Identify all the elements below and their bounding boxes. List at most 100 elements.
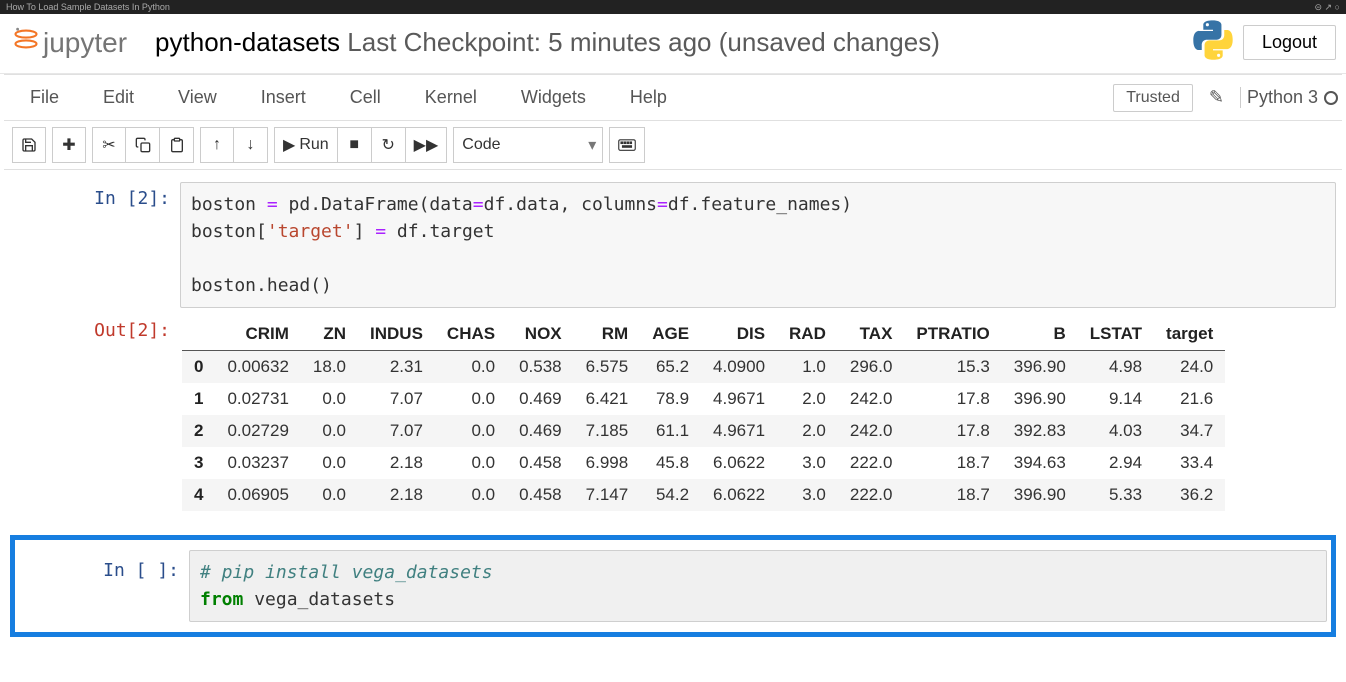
menu-edit[interactable]: Edit bbox=[81, 77, 156, 118]
table-cell: 4.98 bbox=[1078, 351, 1154, 384]
menu-kernel[interactable]: Kernel bbox=[403, 77, 499, 118]
menu-file[interactable]: File bbox=[8, 77, 81, 118]
table-cell: 2.18 bbox=[358, 447, 435, 479]
table-cell: 6.998 bbox=[574, 447, 641, 479]
code-cell[interactable]: In [ ]: # pip install vega_datasets from… bbox=[19, 550, 1327, 622]
table-cell: 15.3 bbox=[904, 351, 1001, 384]
table-row: 30.032370.02.180.00.4586.99845.86.06223.… bbox=[182, 447, 1225, 479]
code-text: vega_datasets bbox=[243, 589, 395, 610]
code-keyword: from bbox=[200, 589, 243, 610]
table-cell: 0.0 bbox=[301, 415, 358, 447]
notebook-title[interactable]: python-datasets Last Checkpoint: 5 minut… bbox=[137, 27, 1193, 58]
input-prompt: In [2]: bbox=[10, 182, 180, 308]
table-cell: 0.0 bbox=[435, 479, 507, 511]
table-cell: 0.469 bbox=[507, 415, 574, 447]
table-cell: 36.2 bbox=[1154, 479, 1225, 511]
tab-title: How To Load Sample Datasets In Python bbox=[6, 2, 170, 12]
paste-button[interactable] bbox=[160, 127, 194, 163]
column-header: DIS bbox=[701, 318, 777, 351]
code-input[interactable]: # pip install vega_datasets from vega_da… bbox=[189, 550, 1327, 622]
table-cell: 0.0 bbox=[435, 383, 507, 415]
table-cell: 6.421 bbox=[574, 383, 641, 415]
table-cell: 7.185 bbox=[574, 415, 641, 447]
table-cell: 0.458 bbox=[507, 447, 574, 479]
table-cell: 34.7 bbox=[1154, 415, 1225, 447]
column-header: CHAS bbox=[435, 318, 507, 351]
table-cell: 0.06905 bbox=[215, 479, 300, 511]
table-row: 00.0063218.02.310.00.5386.57565.24.09001… bbox=[182, 351, 1225, 384]
column-header: RAD bbox=[777, 318, 838, 351]
table-cell: 6.0622 bbox=[701, 447, 777, 479]
table-cell: 4.0900 bbox=[701, 351, 777, 384]
move-down-button[interactable]: ↓ bbox=[234, 127, 268, 163]
restart-run-all-button[interactable]: ▶▶ bbox=[406, 127, 448, 163]
table-cell: 0.02729 bbox=[215, 415, 300, 447]
menu-insert[interactable]: Insert bbox=[239, 77, 328, 118]
menu-help[interactable]: Help bbox=[608, 77, 689, 118]
code-cell[interactable]: In [2]: boston = pd.DataFrame(data=df.da… bbox=[10, 182, 1336, 308]
table-cell: 33.4 bbox=[1154, 447, 1225, 479]
row-index: 1 bbox=[182, 383, 215, 415]
table-cell: 242.0 bbox=[838, 415, 905, 447]
menu-cell[interactable]: Cell bbox=[328, 77, 403, 118]
cell-type-value: Code bbox=[462, 136, 500, 154]
table-cell: 3.0 bbox=[777, 479, 838, 511]
column-header: AGE bbox=[640, 318, 701, 351]
table-cell: 17.8 bbox=[904, 415, 1001, 447]
output-area: CRIMZNINDUSCHASNOXRMAGEDISRADTAXPTRATIOB… bbox=[180, 314, 1336, 515]
table-row: 10.027310.07.070.00.4696.42178.94.96712.… bbox=[182, 383, 1225, 415]
table-cell: 6.575 bbox=[574, 351, 641, 384]
edit-icon[interactable]: ✎ bbox=[1201, 87, 1232, 108]
table-row: 20.027290.07.070.00.4697.18561.14.96712.… bbox=[182, 415, 1225, 447]
table-cell: 5.33 bbox=[1078, 479, 1154, 511]
copy-button[interactable] bbox=[126, 127, 160, 163]
table-cell: 18.7 bbox=[904, 479, 1001, 511]
table-cell: 54.2 bbox=[640, 479, 701, 511]
table-cell: 45.8 bbox=[640, 447, 701, 479]
restart-button[interactable]: ↻ bbox=[372, 127, 406, 163]
logout-button[interactable]: Logout bbox=[1243, 25, 1336, 60]
column-header: INDUS bbox=[358, 318, 435, 351]
table-cell: 7.07 bbox=[358, 383, 435, 415]
column-header: PTRATIO bbox=[904, 318, 1001, 351]
menu-widgets[interactable]: Widgets bbox=[499, 77, 608, 118]
table-cell: 24.0 bbox=[1154, 351, 1225, 384]
table-cell: 4.9671 bbox=[701, 415, 777, 447]
table-cell: 396.90 bbox=[1002, 479, 1078, 511]
table-cell: 1.0 bbox=[777, 351, 838, 384]
move-up-button[interactable]: ↑ bbox=[200, 127, 234, 163]
menu-view[interactable]: View bbox=[156, 77, 239, 118]
table-cell: 0.0 bbox=[301, 479, 358, 511]
table-cell: 7.147 bbox=[574, 479, 641, 511]
add-cell-button[interactable]: ✚ bbox=[52, 127, 86, 163]
save-button[interactable] bbox=[12, 127, 46, 163]
row-index: 2 bbox=[182, 415, 215, 447]
cut-button[interactable]: ✂ bbox=[92, 127, 126, 163]
window-controls: ⊝ ↗ ○ bbox=[1314, 2, 1340, 13]
dataframe-table: CRIMZNINDUSCHASNOXRMAGEDISRADTAXPTRATIOB… bbox=[182, 318, 1225, 511]
column-header: NOX bbox=[507, 318, 574, 351]
run-button[interactable]: ▶ Run bbox=[274, 127, 338, 163]
notebook-name: python-datasets bbox=[155, 27, 340, 57]
input-prompt: In [ ]: bbox=[19, 550, 189, 622]
table-cell: 222.0 bbox=[838, 479, 905, 511]
table-cell: 3.0 bbox=[777, 447, 838, 479]
table-cell: 2.0 bbox=[777, 415, 838, 447]
code-input[interactable]: boston = pd.DataFrame(data=df.data, colu… bbox=[180, 182, 1336, 308]
trusted-indicator[interactable]: Trusted bbox=[1113, 84, 1193, 112]
command-palette-button[interactable] bbox=[609, 127, 645, 163]
cell-type-select[interactable]: Code bbox=[453, 127, 603, 163]
notebook-area: In [2]: boston = pd.DataFrame(data=df.da… bbox=[0, 170, 1346, 643]
table-cell: 2.94 bbox=[1078, 447, 1154, 479]
column-header: B bbox=[1002, 318, 1078, 351]
column-header: ZN bbox=[301, 318, 358, 351]
kernel-status-icon bbox=[1324, 91, 1338, 105]
kernel-indicator[interactable]: Python 3 bbox=[1240, 87, 1338, 108]
column-header: RM bbox=[574, 318, 641, 351]
jupyter-logo[interactable]: jupyter bbox=[10, 25, 137, 60]
python-logo-icon bbox=[1193, 20, 1233, 65]
run-label: Run bbox=[299, 136, 328, 154]
table-cell: 7.07 bbox=[358, 415, 435, 447]
table-cell: 0.02731 bbox=[215, 383, 300, 415]
interrupt-button[interactable]: ■ bbox=[338, 127, 372, 163]
